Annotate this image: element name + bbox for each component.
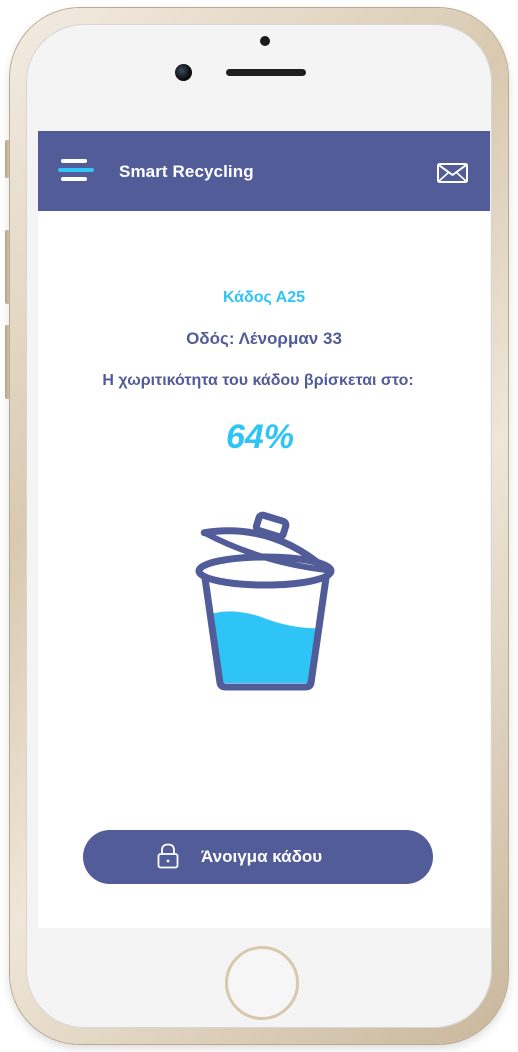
earpiece-speaker [226,69,306,76]
open-bin-button[interactable]: Άνοιγμα κάδου [83,830,433,884]
trash-bin-fill-icon [195,511,335,691]
bin-name: Κάδος Α25 [222,289,306,306]
envelope-icon[interactable] [437,163,468,183]
home-button[interactable] [225,946,299,1020]
capacity-percent: 64% [225,418,295,456]
lock-icon [157,843,179,869]
app-title: Smart Recycling [119,162,254,181]
capacity-label: Η χωριτικότητα του κάδου βρίσκεται στο: [102,372,414,389]
bin-address: Οδός: Λένορμαν 33 [186,329,342,348]
app-screen: Smart Recycling Κάδος Α25 Οδός: Λένορμαν… [38,131,490,928]
proximity-sensor [260,36,270,46]
app-bar: Smart Recycling [38,131,490,211]
device-frame: Smart Recycling Κάδος Α25 Οδός: Λένορμαν… [0,0,518,1052]
front-camera [175,64,192,81]
open-bin-label: Άνοιγμα κάδου [201,847,323,866]
hamburger-menu-icon[interactable] [58,159,98,183]
